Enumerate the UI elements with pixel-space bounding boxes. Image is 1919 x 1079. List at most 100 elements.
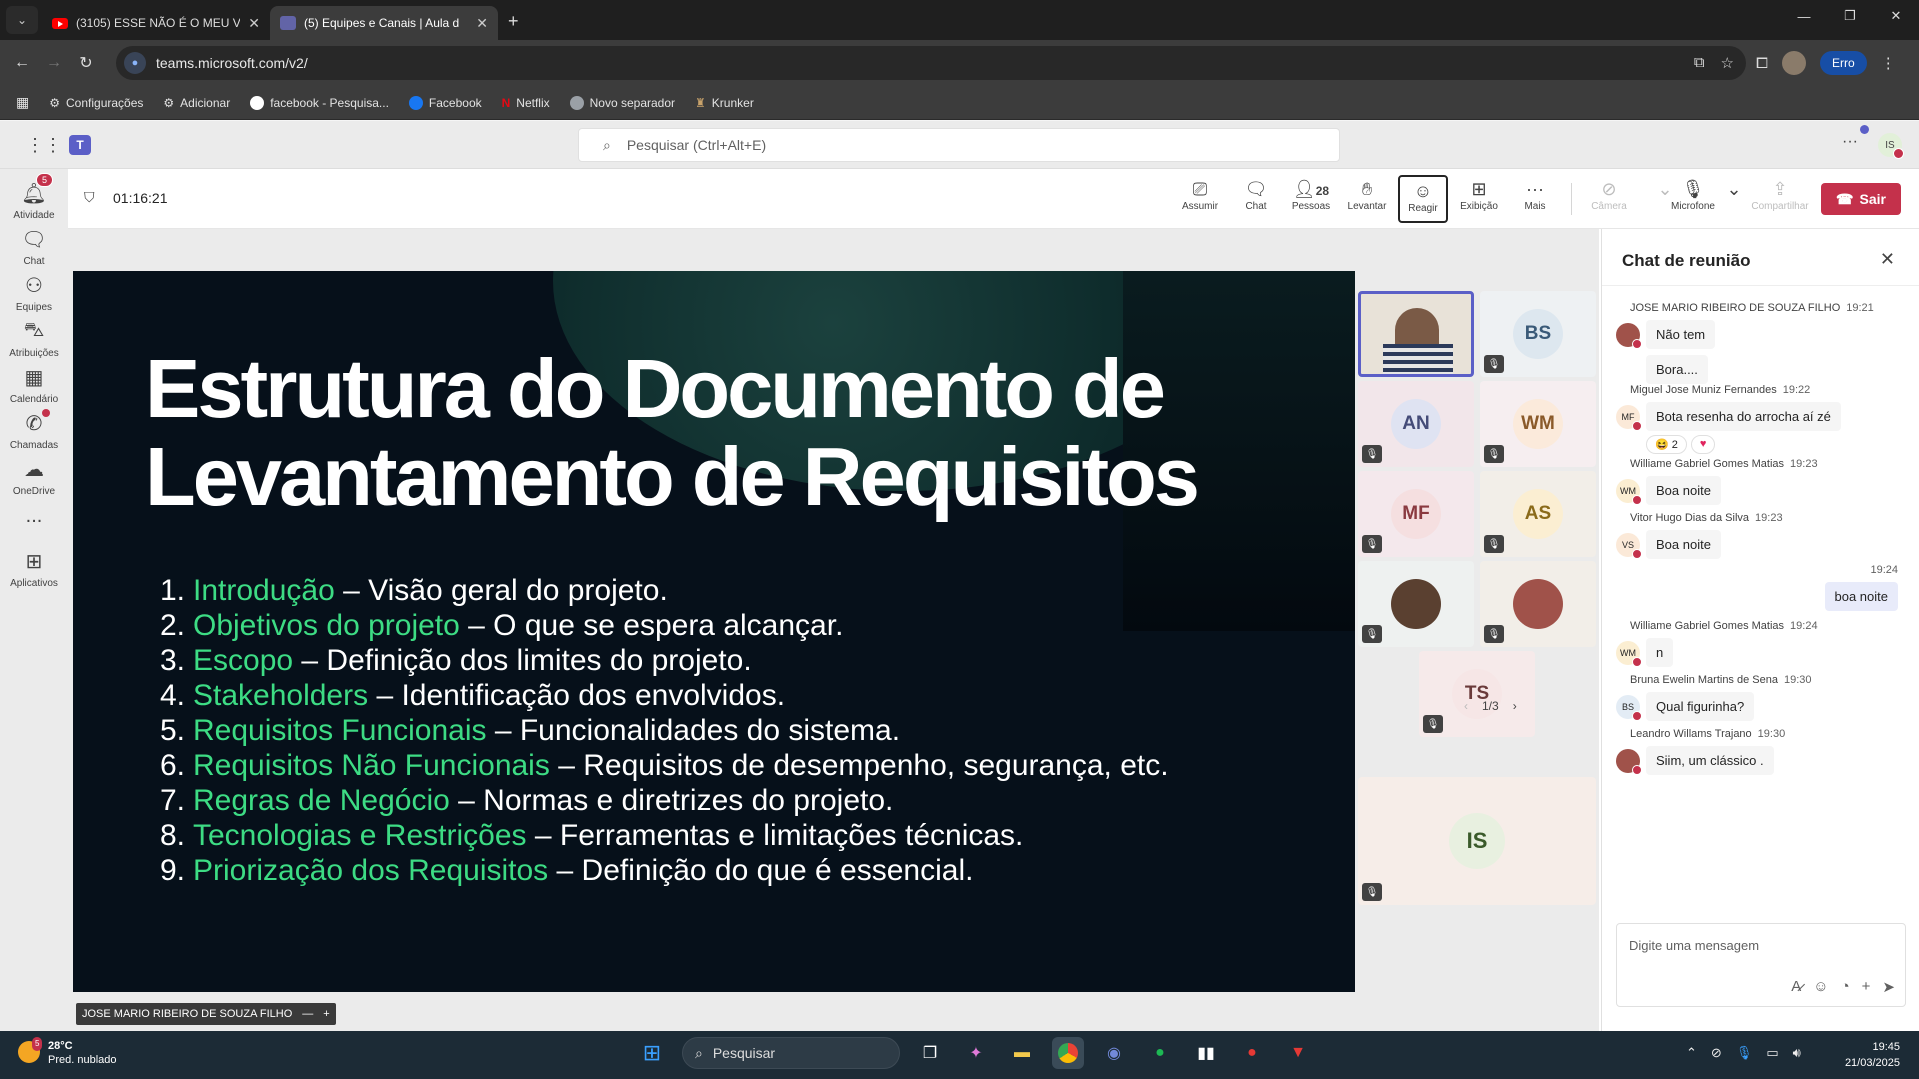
sender-avatar[interactable]: VS — [1616, 532, 1642, 559]
sender-avatar[interactable] — [1616, 322, 1642, 349]
participant-tile[interactable]: TS 🎙︎ — [1419, 651, 1535, 737]
close-window-icon[interactable]: ✕ — [1873, 0, 1919, 32]
zoom-in-icon[interactable]: + — [323, 1008, 329, 1020]
participant-tile[interactable]: AS 🎙︎ — [1480, 471, 1596, 557]
forward-icon[interactable]: → — [38, 54, 70, 72]
participant-tile[interactable]: AN 🎙︎ — [1358, 381, 1474, 467]
spotify-icon[interactable]: ● — [1144, 1037, 1176, 1069]
chrome-icon[interactable] — [1052, 1037, 1084, 1069]
clock[interactable]: 19:45 21/03/2025 — [1836, 1039, 1900, 1071]
mic-tray-icon[interactable]: 🎙︎ — [1736, 1045, 1753, 1061]
chat-message[interactable]: Williame Gabriel Gomes Matias 19:24 WM n — [1616, 620, 1906, 667]
copilot-icon[interactable]: ✦ — [960, 1037, 992, 1069]
bookmark-facebook-search[interactable]: facebook - Pesquisa... — [250, 95, 389, 110]
rail-item-aplicativos[interactable]: ⊞ Aplicativos — [0, 549, 68, 589]
participant-tile[interactable]: WM 🎙︎ — [1480, 381, 1596, 467]
own-chat-message[interactable]: 19:24 boa noite — [1824, 564, 1898, 611]
volume-icon[interactable]: 🔊︎ — [1793, 1045, 1801, 1061]
extensions-icon[interactable]: ⧠ — [1756, 55, 1768, 72]
take-control-button[interactable]: ⎚ Assumir — [1175, 177, 1225, 212]
sender-avatar[interactable] — [1616, 748, 1642, 775]
pocket-icon[interactable]: ▼ — [1282, 1037, 1314, 1069]
people-button[interactable]: 👤︎28 Pessoas — [1286, 177, 1336, 212]
participant-tile-video[interactable] — [1358, 291, 1474, 377]
sender-avatar[interactable]: WM — [1616, 478, 1642, 505]
attach-plus-icon[interactable]: + — [1862, 978, 1871, 996]
bookmark-star-icon[interactable]: ☆ — [1721, 54, 1734, 72]
chat-message[interactable]: Miguel Jose Muniz Fernandes 19:22 MF Bota r… — [1616, 384, 1906, 454]
bookmark-configuracoes[interactable]: ⚙ Configurações — [49, 96, 143, 110]
windows-start-icon[interactable]: ⊞ — [636, 1037, 668, 1069]
weather-widget[interactable]: 5 28°C Pred. nublado — [18, 1037, 117, 1067]
new-tab-button[interactable]: + — [508, 11, 519, 32]
close-icon[interactable]: ✕ — [1880, 249, 1895, 270]
close-tab-icon[interactable]: ✕ — [248, 15, 260, 32]
bookmark-krunker[interactable]: ♜ Krunker — [695, 96, 754, 110]
chat-message[interactable]: JOSE MARIO RIBEIRO DE SOUZA FILHO 19:21 Nã… — [1616, 302, 1906, 384]
leave-button[interactable]: ☎ Sair — [1821, 183, 1901, 215]
more-options-icon[interactable]: ··· — [1842, 133, 1858, 151]
network-off-icon[interactable]: ⊘ — [1711, 1045, 1722, 1061]
zoom-out-icon[interactable]: — — [302, 1008, 313, 1020]
file-explorer-icon[interactable]: ▬ — [1006, 1037, 1038, 1069]
reaction-pill[interactable]: ♥ — [1690, 435, 1716, 454]
browser-tab-teams[interactable]: (5) Equipes e Canais | Aula d ✕ — [270, 6, 498, 40]
sender-avatar[interactable]: BS — [1616, 694, 1642, 721]
apps-grid-icon[interactable]: ▦ — [16, 94, 29, 111]
reaction-pill[interactable]: 😆 2 — [1646, 435, 1687, 454]
camera-button[interactable]: ⊘ Câmera — [1584, 177, 1634, 212]
task-view-icon[interactable]: ❐ — [914, 1037, 946, 1069]
close-tab-icon[interactable]: ✕ — [476, 15, 488, 32]
rail-item-equipes[interactable]: ⚇ Equipes — [0, 273, 68, 313]
browser-tab-youtube[interactable]: (3105) ESSE NÃO É O MEU VIZI ✕ — [42, 6, 270, 40]
profile-avatar[interactable] — [1782, 51, 1807, 75]
chat-button[interactable]: 🗨︎ Chat — [1231, 177, 1281, 212]
sticker-icon[interactable]: ◔ — [1841, 978, 1850, 996]
chat-message[interactable]: Williame Gabriel Gomes Matias 19:23 WM Boa … — [1616, 458, 1906, 505]
bookmark-adicionar[interactable]: ⚙ Adicionar — [163, 96, 230, 110]
bookmark-netflix[interactable]: N Netflix — [502, 96, 550, 110]
rail-item-chat[interactable]: 🗨︎ Chat — [0, 227, 68, 267]
participant-tile[interactable]: BS 🎙︎ — [1480, 291, 1596, 377]
rail-item-atribuicoes[interactable]: ⛍ Atribuições — [0, 319, 68, 359]
rail-item-calendario[interactable]: ▦ Calendário — [0, 365, 68, 405]
sender-avatar[interactable]: WM — [1616, 640, 1642, 667]
rail-item-more[interactable]: ... — [0, 505, 68, 532]
error-button[interactable]: Erro — [1820, 51, 1867, 75]
more-button[interactable]: ··· Mais — [1510, 177, 1560, 212]
search-input[interactable]: ⌕ Pesquisar (Ctrl+Alt+E) — [578, 128, 1340, 162]
chat-message[interactable]: Bruna Ewelin Martins de Sena 19:30 BS Qual … — [1616, 674, 1906, 721]
rail-item-chamadas[interactable]: ✆ Chamadas — [0, 409, 68, 451]
share-button[interactable]: ⇪ Compartilhar — [1748, 177, 1812, 212]
raise-hand-button[interactable]: ✋︎ Levantar — [1342, 177, 1392, 212]
taskbar-search[interactable]: ⌕ Pesquisar — [682, 1037, 900, 1069]
tray-overflow-icon[interactable]: ⌃ — [1686, 1045, 1697, 1061]
reload-icon[interactable]: ↻ — [70, 53, 102, 73]
view-button[interactable]: ⊞ Exibição — [1454, 177, 1504, 212]
restore-icon[interactable]: ❐ — [1827, 0, 1873, 32]
rail-item-atividade[interactable]: 🔔︎ 5 Atividade — [0, 173, 68, 221]
chevron-left-icon[interactable]: ‹ — [1464, 699, 1468, 713]
chevron-right-icon[interactable]: › — [1513, 699, 1517, 713]
mic-options-chevron-icon[interactable]: ⌄ — [1724, 177, 1744, 201]
audio-app-icon[interactable]: ▮▮ — [1190, 1037, 1222, 1069]
bookmark-facebook[interactable]: Facebook — [408, 95, 482, 110]
message-compose-box[interactable]: Digite uma mensagem A̷ ☺ ◔ + ➤ — [1616, 923, 1906, 1007]
chat-message[interactable]: Vitor Hugo Dias da Silva 19:23 VS Boa noite — [1616, 512, 1906, 559]
format-icon[interactable]: A̷ — [1791, 978, 1801, 996]
mic-indicator-icon[interactable]: ● — [124, 52, 146, 74]
participant-tile-photo[interactable]: 🎙︎ — [1480, 561, 1596, 647]
send-icon[interactable]: ➤ — [1882, 978, 1895, 996]
menu-icon[interactable]: ⋮ — [1881, 54, 1896, 72]
sender-avatar[interactable]: MF — [1616, 404, 1642, 431]
react-button[interactable]: ☺ Reagir — [1398, 175, 1448, 223]
rail-item-onedrive[interactable]: ☁ OneDrive — [0, 457, 68, 497]
tab-search-button[interactable]: ⌄ — [6, 6, 38, 34]
message-input[interactable]: Digite uma mensagem — [1629, 938, 1759, 953]
media-app-icon[interactable]: ● — [1236, 1037, 1268, 1069]
microphone-button[interactable]: 🎙︎ Microfone — [1662, 177, 1724, 212]
participant-tile-photo[interactable]: 🎙︎ — [1358, 561, 1474, 647]
url-field[interactable]: ● teams.microsoft.com/v2/ ⧉ ☆ — [116, 46, 1746, 80]
user-avatar[interactable]: IS — [1878, 133, 1904, 159]
emoji-icon[interactable]: ☺ — [1813, 978, 1828, 996]
